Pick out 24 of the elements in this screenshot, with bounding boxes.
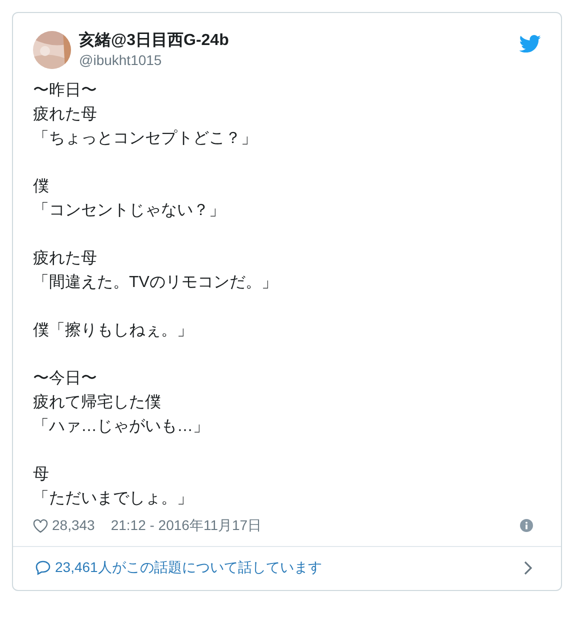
tweet-line: 疲れた母 (33, 248, 98, 269)
tweet-line: 「間違えた。TVのリモコンだ。」 (33, 272, 278, 293)
tweet-line: 母 (33, 465, 50, 485)
like-count: 28,343 (52, 516, 95, 535)
tweet-line: 「ただいまでしょ。」 (33, 489, 194, 509)
author-name[interactable]: 亥緒@3日目西G-24b (79, 31, 519, 51)
tweet-line: 〜昨日〜 (33, 81, 98, 101)
tweet-line: 〜今日〜 (33, 369, 98, 389)
tweet-line: 僕 (33, 177, 50, 197)
chevron-icon[interactable] (523, 560, 533, 574)
heart-icon[interactable] (33, 518, 48, 532)
bird-icon[interactable] (519, 35, 541, 53)
tweet-line: 「コンセントじゃない？」 (33, 201, 226, 221)
tweet-line: 疲れて帰宅した僕 (33, 392, 162, 413)
conversation-link[interactable]: 23,461人がこの話題について話しています (55, 557, 322, 578)
avatar[interactable] (33, 31, 71, 69)
info-icon[interactable] (520, 519, 533, 532)
tweet-line: 「ちょっとコンセプトどこ？」 (33, 128, 258, 149)
tweet-line: 僕「擦りもしねぇ。」 (33, 320, 194, 341)
author-handle[interactable]: @ibukht1015 (79, 51, 519, 69)
tweet-line: 疲れた母 (33, 104, 98, 125)
timestamp[interactable]: 21:12 - 2016年11月17日 (110, 515, 262, 536)
comment-icon[interactable] (35, 560, 51, 575)
tweet-line: 「ハァ…じゃがいも…」 (33, 417, 210, 437)
